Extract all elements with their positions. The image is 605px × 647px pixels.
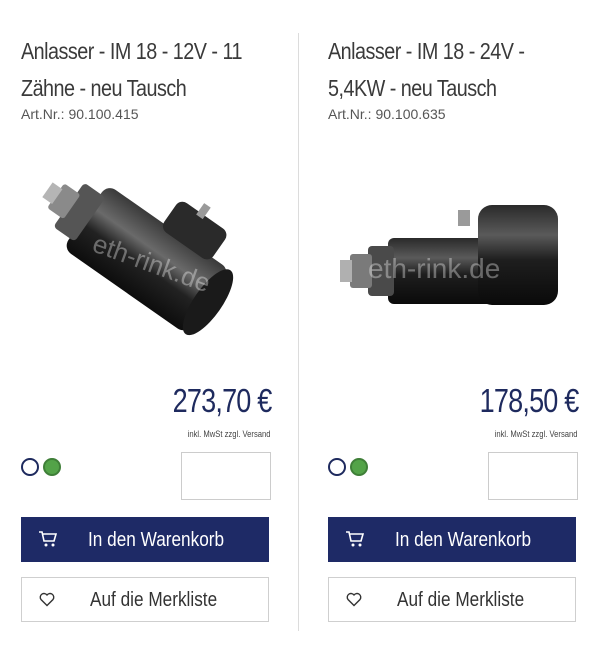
status-dot-green — [43, 458, 61, 476]
availability-indicator — [21, 458, 61, 476]
status-dot-green — [350, 458, 368, 476]
add-to-wishlist-button[interactable]: Auf die Merkliste — [21, 577, 269, 622]
add-to-cart-label: In den Warenkorb — [395, 529, 532, 551]
tax-note[interactable]: inkl. MwSt zzgl. Versand — [495, 429, 578, 439]
add-to-cart-label: In den Warenkorb — [88, 529, 225, 551]
status-dot-empty — [328, 458, 346, 476]
price: 178,50 € — [479, 382, 579, 419]
quantity-input[interactable] — [181, 452, 271, 500]
product-card-1: Anlasser - IM 18 - 12V - 11 Zähne - neu … — [21, 0, 272, 647]
heart-icon — [39, 592, 55, 607]
status-dot-empty — [21, 458, 39, 476]
article-number: Art.Nr.: 90.100.415 — [21, 106, 139, 122]
tax-note[interactable]: inkl. MwSt zzgl. Versand — [188, 429, 271, 439]
availability-indicator — [328, 458, 368, 476]
watermark-text: eth-rink.de — [368, 253, 500, 284]
heart-icon — [346, 592, 362, 607]
product-title[interactable]: Anlasser - IM 18 - 12V - 11 Zähne - neu … — [21, 33, 270, 107]
article-number: Art.Nr.: 90.100.635 — [328, 106, 446, 122]
product-card-2: Anlasser - IM 18 - 24V - 5,4KW - neu Tau… — [328, 0, 579, 647]
add-to-cart-button[interactable]: In den Warenkorb — [21, 517, 269, 562]
product-image[interactable]: eth-rink.de — [328, 150, 578, 370]
product-image[interactable]: eth-rink.de — [21, 150, 271, 370]
quantity-input[interactable] — [488, 452, 578, 500]
add-to-cart-button[interactable]: In den Warenkorb — [328, 517, 576, 562]
add-to-wishlist-label: Auf die Merkliste — [90, 589, 218, 611]
column-divider — [298, 33, 299, 631]
product-title[interactable]: Anlasser - IM 18 - 24V - 5,4KW - neu Tau… — [328, 33, 577, 107]
cart-icon — [346, 531, 365, 547]
starter-motor-image-2: eth-rink.de — [340, 205, 558, 305]
price: 273,70 € — [172, 382, 272, 419]
cart-icon — [39, 531, 58, 547]
add-to-wishlist-button[interactable]: Auf die Merkliste — [328, 577, 576, 622]
starter-motor-image-1: eth-rink.de — [42, 182, 234, 336]
add-to-wishlist-label: Auf die Merkliste — [397, 589, 525, 611]
